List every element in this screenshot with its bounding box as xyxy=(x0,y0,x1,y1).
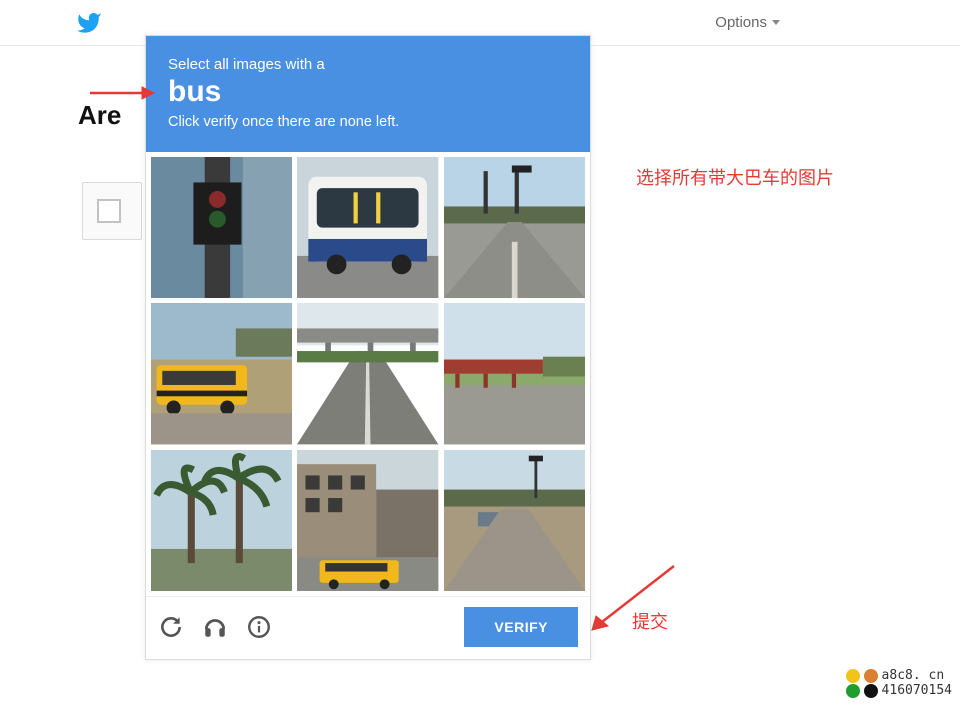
image-tile-6[interactable] xyxy=(444,303,585,444)
watermark-text-2: 416070154 xyxy=(882,683,952,698)
chevron-down-icon xyxy=(772,20,780,25)
image-grid xyxy=(146,152,590,596)
recaptcha-header: Select all images with a bus Click verif… xyxy=(146,36,590,152)
audio-icon[interactable] xyxy=(202,614,228,640)
recaptcha-challenge: Select all images with a bus Click verif… xyxy=(145,35,591,660)
options-label: Options xyxy=(715,14,767,31)
annotation-select-hint: 选择所有带大巴车的图片 xyxy=(636,164,834,190)
reload-icon[interactable] xyxy=(158,614,184,640)
image-tile-2[interactable] xyxy=(297,157,438,298)
annotation-arrow-target xyxy=(86,78,156,108)
image-tile-7[interactable] xyxy=(151,450,292,591)
instruction-line-2: Click verify once there are none left. xyxy=(168,114,570,130)
recaptcha-footer: VERIFY xyxy=(146,596,590,659)
watermark-icon xyxy=(846,684,860,698)
verify-button[interactable]: VERIFY xyxy=(464,607,578,647)
recaptcha-checkbox-card[interactable] xyxy=(82,182,142,240)
info-icon[interactable] xyxy=(246,614,272,640)
twitter-logo-icon xyxy=(76,10,102,41)
target-word: bus xyxy=(168,75,570,108)
watermark-icon xyxy=(846,669,860,683)
watermark-icon xyxy=(864,684,878,698)
image-tile-3[interactable] xyxy=(444,157,585,298)
image-tile-8[interactable] xyxy=(297,450,438,591)
annotation-submit-hint: 提交 xyxy=(632,608,668,634)
image-tile-4[interactable] xyxy=(151,303,292,444)
image-tile-9[interactable] xyxy=(444,450,585,591)
watermark-text-1: a8c8. cn xyxy=(882,668,945,683)
options-dropdown[interactable]: Options xyxy=(715,14,780,31)
instruction-line-1: Select all images with a xyxy=(168,56,570,73)
recaptcha-checkbox[interactable] xyxy=(97,199,121,223)
watermark-icon xyxy=(864,669,878,683)
image-tile-1[interactable] xyxy=(151,157,292,298)
image-tile-5[interactable] xyxy=(297,303,438,444)
watermark: a8c8. cn 416070154 xyxy=(846,668,952,698)
